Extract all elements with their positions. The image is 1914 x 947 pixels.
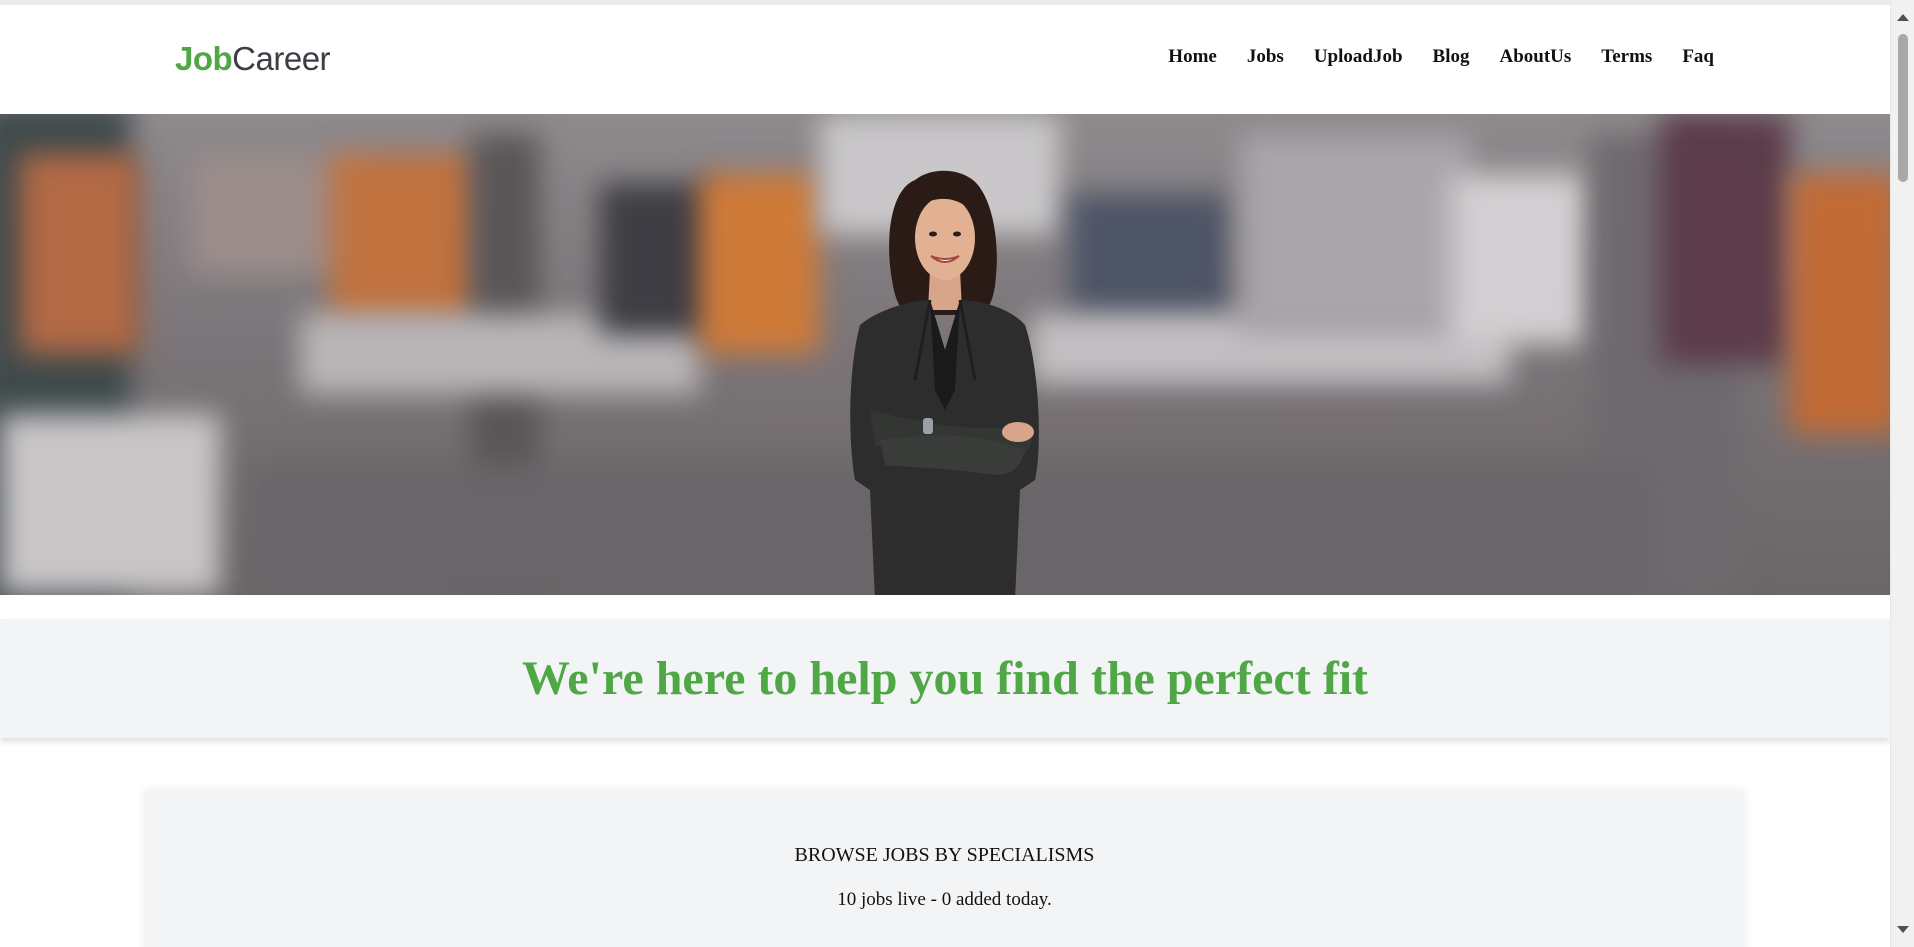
nav-blog[interactable]: Blog (1418, 43, 1485, 71)
logo-text-career: Career (232, 40, 331, 77)
hero-bg-shape (1240, 134, 1470, 334)
hero-bg-shape (1660, 114, 1790, 364)
tagline-band: We're here to help you find the perfect … (0, 619, 1890, 738)
hero-banner (0, 114, 1890, 595)
vertical-scrollbar[interactable] (1890, 0, 1914, 947)
hero-bg-shape (1790, 174, 1890, 434)
nav-terms[interactable]: Terms (1586, 43, 1667, 71)
businesswoman-image (850, 170, 1039, 595)
page: JobCareer Home Jobs UploadJob Blog About… (0, 0, 1890, 947)
hero-bg-shape (0, 414, 220, 594)
hero-bg-shape (330, 154, 480, 324)
hero-bg-shape (700, 174, 820, 354)
nav-aboutus[interactable]: AboutUs (1484, 43, 1586, 71)
hero-bg-shape (20, 154, 140, 354)
scrollbar-thumb[interactable] (1898, 34, 1908, 182)
scroll-up-arrow-icon[interactable] (1897, 14, 1909, 21)
nav-jobs[interactable]: Jobs (1232, 43, 1299, 71)
nav-faq[interactable]: Faq (1667, 43, 1714, 71)
browse-specialisms-card: BROWSE JOBS BY SPECIALISMS 10 jobs live … (145, 790, 1744, 947)
tagline-heading: We're here to help you find the perfect … (521, 652, 1369, 705)
nav-home[interactable]: Home (1153, 43, 1232, 71)
browse-title: BROWSE JOBS BY SPECIALISMS (794, 844, 1095, 866)
jobs-live-count: 10 jobs live - 0 added today. (837, 889, 1052, 910)
hero-bg-shape (1450, 174, 1590, 344)
main-nav: Home Jobs UploadJob Blog AboutUs Terms F… (1153, 43, 1714, 71)
hero-bg-shape (1070, 194, 1230, 324)
scroll-down-arrow-icon[interactable] (1897, 926, 1909, 933)
logo-text-job: Job (175, 40, 233, 77)
site-header: JobCareer Home Jobs UploadJob Blog About… (0, 5, 1890, 114)
nav-uploadjob[interactable]: UploadJob (1299, 43, 1418, 71)
site-logo[interactable]: JobCareer (175, 37, 331, 81)
